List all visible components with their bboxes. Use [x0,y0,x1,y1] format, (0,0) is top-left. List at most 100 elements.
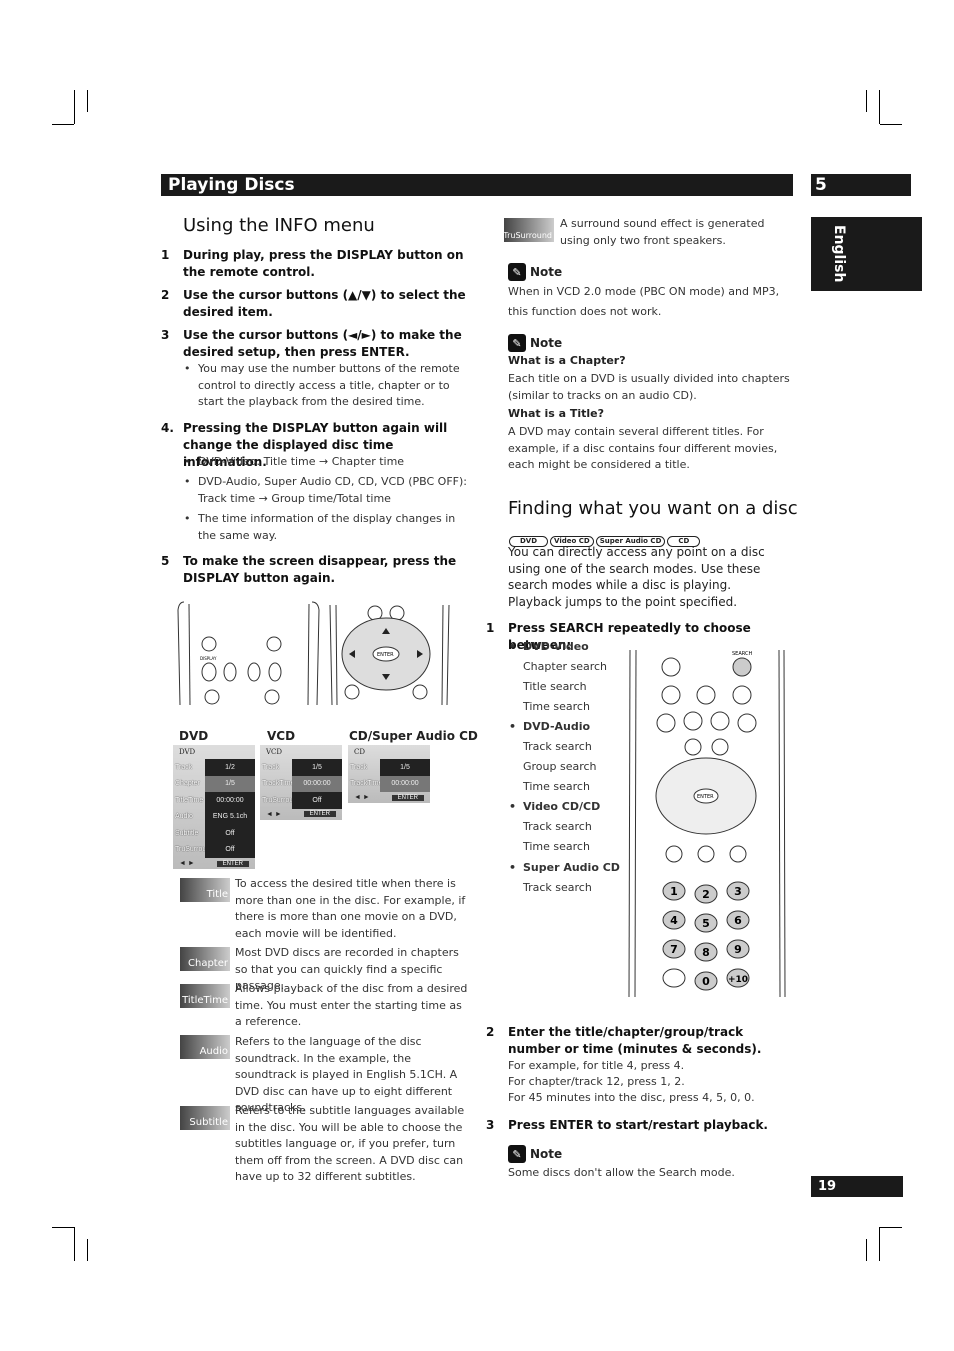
step-4-bullet: The time information of the display chan… [184,511,473,544]
enter-label: ENTER [697,794,714,800]
disc-type: DVD-Audio [509,717,620,737]
search-intro: You can directly access any point on a d… [508,545,765,609]
disc-type: Super Audio CD [509,858,620,878]
search-step-3: 3 Press ENTER to start/restart playback. [486,1118,768,1132]
arrows-icon: ◄ ► [179,860,195,867]
example-2: For chapter/track 12, press 1, 2. [508,1075,685,1088]
title-answer: A DVD may contain several different titl… [508,425,778,471]
osd-row: Chapter 1/5 [173,775,255,792]
note-3-text: Some discs don't allow the Search mode. [508,1166,735,1179]
audio-icon: Audio [180,1035,230,1059]
crop-mark [880,1227,902,1228]
search-label: SEARCH [732,651,752,657]
search-mode: Track search [523,820,592,833]
osd-row: Track 1/5 [348,759,430,776]
note-2: ✎ Note [508,334,562,352]
number-label: 3 [734,885,742,898]
crop-mark [879,90,880,124]
number-label: 7 [670,943,678,956]
number-label: 6 [734,914,742,927]
osd-row: Audio ENG 5.1ch [173,808,255,825]
step-4-bullet: DVD-Audio, Super Audio CD, CD, VCD (PBC … [184,474,473,507]
osd-header: DVD [179,748,196,756]
step-2: 2 Use the cursor buttons (▲/▼) to select … [161,288,466,319]
osd-row: TrackTime 00:00:00 [348,775,430,792]
search-mode: Title search [523,680,587,693]
osd-header: CD [354,748,365,756]
osd-caption-cd: CD/Super Audio CD [349,729,478,743]
disc-type: Video CD/CD [509,797,620,817]
finding-heading: Finding what you want on a disc [508,498,798,519]
page-number: 19 [811,1176,903,1197]
crop-mark [87,90,88,112]
step-3: 3 Use the cursor buttons (◄/►) to make th… [161,328,462,359]
search-mode: Track search [523,740,592,753]
crop-mark [87,1239,88,1261]
chapter-number: 5 [811,174,911,196]
number-label: 1 [670,885,678,898]
note-1-text: When in VCD 2.0 mode (PBC ON mode) and M… [508,285,780,318]
arrows-icon: ◄ ► [266,810,282,818]
crop-mark [74,90,75,124]
search-mode: Group search [523,760,597,773]
display-label: DISPLAY [200,656,217,661]
titletime-icon: TitleTime [180,984,230,1008]
number-label: 4 [670,914,678,927]
chapter-answer: Each title on a DVD is usually divided i… [508,372,790,402]
number-label: 8 [702,946,710,959]
info-menu-heading: Using the INFO menu [183,215,375,236]
note-1: ✎ Note [508,263,562,281]
example-3: For 45 minutes into the disc, press 4, 5… [508,1091,755,1104]
osd-caption-dvd: DVD [179,729,209,743]
language-tab: English [811,217,922,291]
step-1: 1 During play, press the DISPLAY button o… [161,248,464,279]
search-mode: Time search [523,780,590,793]
language-tab-label: English [831,225,847,283]
osd-row: TitleTime 00:00:00 [173,792,255,809]
crop-mark [52,1227,74,1228]
section-title: Playing Discs [161,174,793,196]
osd-row: Track 1/2 [173,759,255,776]
subtitle-description: Refers to the subtitle languages availab… [235,1104,465,1183]
osd-enter: ENTER [391,794,424,801]
crop-mark [879,1227,880,1261]
surround-description: A surround sound effect is generated usi… [560,217,765,247]
osd-row: TruSurround Off [260,792,342,809]
osd-enter: ENTER [216,860,249,867]
crop-mark [866,90,867,112]
enter-label: ENTER [377,652,394,658]
search-mode: Chapter search [523,660,608,673]
osd-row: Track 1/5 [260,759,342,776]
number-label: 0 [702,975,710,988]
number-label: 9 [734,943,742,956]
search-mode: Time search [523,700,590,713]
remote-display-illustration: DISPLAY ENTER [177,601,450,706]
search-modes-list: DVD-Video Chapter search Title search Ti… [509,637,620,898]
example-1: For example, for title 4, press 4. [508,1059,685,1072]
crop-mark [74,1227,75,1261]
disc-type: DVD-Video [509,637,620,657]
osd-caption-vcd: VCD [267,729,296,743]
titletime-description: Allows playback of the disc from a desir… [235,982,468,1028]
number-label: +10 [728,975,748,985]
crop-mark [880,124,902,125]
step-4-bullet: DVD-Video: Title time → Chapter time [184,454,473,471]
osd-row: TrackTime 00:00:00 [260,775,342,792]
pencil-icon: ✎ [508,263,526,281]
search-step-2: 2 Enter the title/chapter/group/track num… [486,1025,762,1056]
osd-row: TruSurround Off [173,841,255,858]
search-mode: Track search [523,881,592,894]
step-3-bullet: You may use the number buttons of the re… [184,361,473,411]
pencil-icon: ✎ [508,1145,526,1163]
note-3: ✎ Note [508,1145,562,1163]
crop-mark [866,1239,867,1261]
osd-row: Subtitle Off [173,825,255,842]
search-mode: Time search [523,840,590,853]
title-icon: Title [180,878,230,902]
crop-mark [52,124,74,125]
osd-cd: CD Track 1/5 TrackTime 00:00:00 ◄ ► ENTER [348,745,430,803]
trusurround-icon: TruSurround [503,218,554,242]
osd-dvd: DVD Track 1/2 Chapter 1/5 TitleTime 00:00:0… [173,745,255,869]
chapter-question: What is a Chapter? [508,354,626,367]
chapter-icon: Chapter [180,947,230,971]
